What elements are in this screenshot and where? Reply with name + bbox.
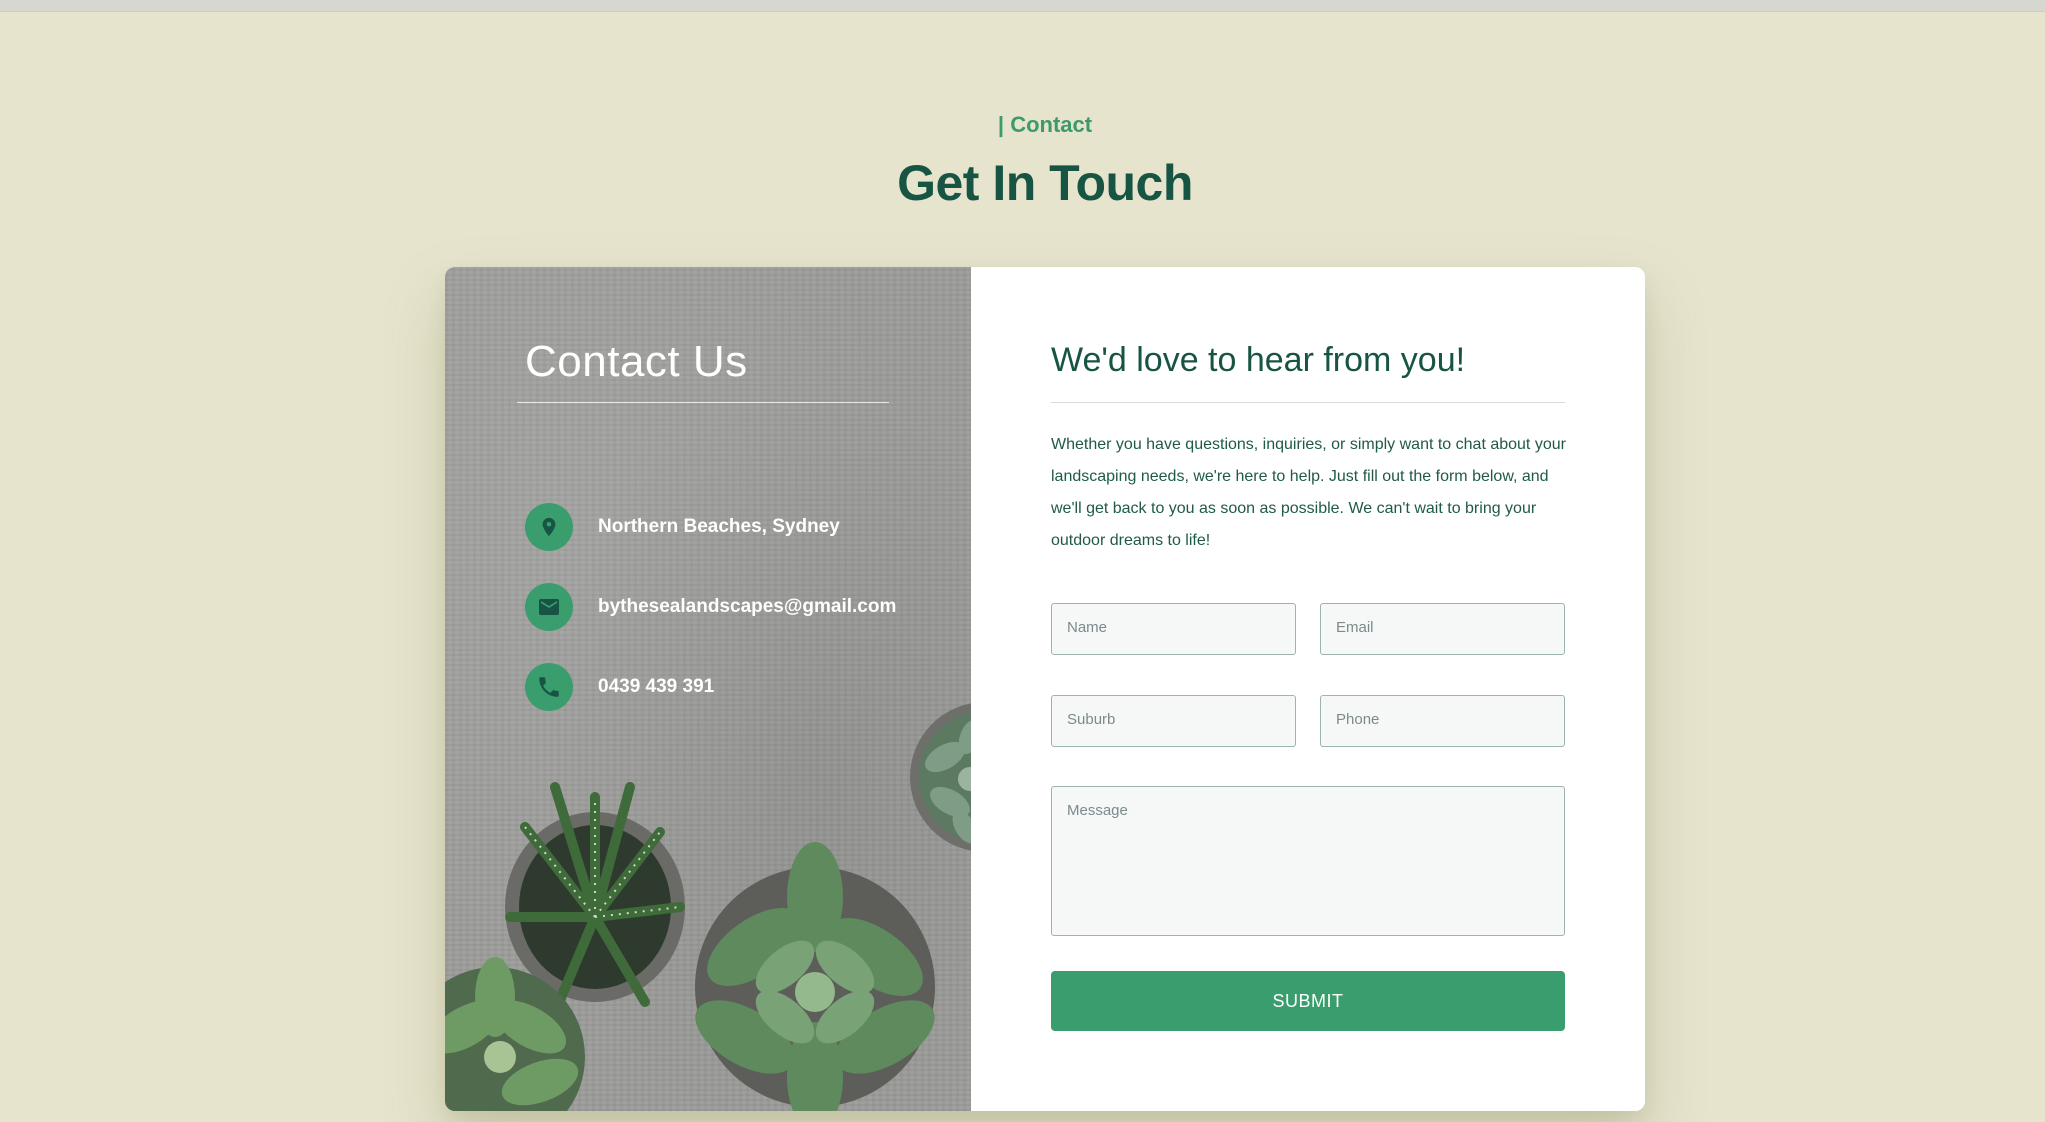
phone-input[interactable]: Phone xyxy=(1320,695,1565,747)
divider xyxy=(1051,402,1565,403)
name-input[interactable]: Name xyxy=(1051,603,1296,655)
contact-info-panel: Contact Us Northern Beaches, Sydney byth… xyxy=(445,267,971,1111)
succulent-plants-image xyxy=(445,703,971,1111)
message-textarea[interactable]: Message xyxy=(1051,786,1565,936)
suburb-input[interactable]: Suburb xyxy=(1051,695,1296,747)
email-input[interactable]: Email xyxy=(1320,603,1565,655)
form-heading: We'd love to hear from you! xyxy=(1051,341,1466,379)
contact-card: Contact Us Northern Beaches, Sydney byth… xyxy=(445,267,1645,1111)
section-title: Get In Touch xyxy=(897,155,1193,211)
contact-form-panel: We'd love to hear from you! Whether you … xyxy=(971,267,1645,1111)
submit-button[interactable]: SUBMIT xyxy=(1051,971,1565,1031)
section-eyebrow: | Contact xyxy=(997,112,1093,137)
browser-top-edge xyxy=(0,0,2045,12)
form-intro-text: Whether you have questions, inquiries, o… xyxy=(1051,436,1566,549)
